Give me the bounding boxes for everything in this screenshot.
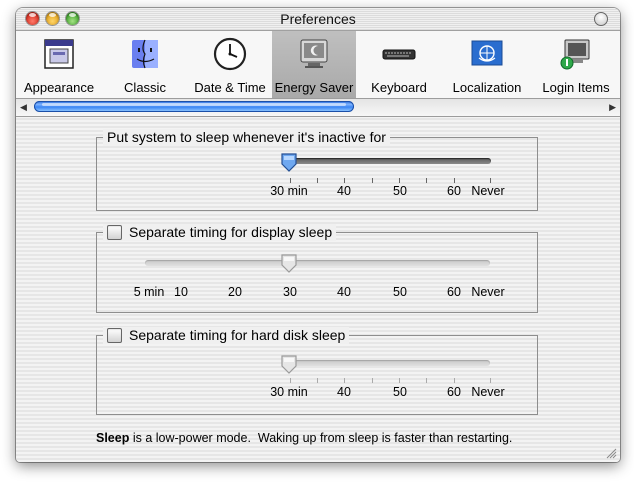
- toolbar-toggle-button[interactable]: [594, 12, 608, 26]
- scroll-right-arrow-icon[interactable]: ▶: [609, 102, 616, 113]
- keyboard-icon: [382, 49, 416, 60]
- disk-sleep-checkbox[interactable]: [107, 328, 122, 343]
- tick-label: 60: [447, 385, 461, 399]
- scroll-left-arrow-icon[interactable]: ◀: [20, 102, 27, 113]
- tick-label: 10: [174, 285, 188, 299]
- slider-tick: [454, 378, 455, 383]
- tick-label: Never: [471, 184, 505, 198]
- slider-tick: [372, 178, 373, 183]
- display-sleep-legend: Separate timing for display sleep: [103, 224, 337, 241]
- slider-tick: [399, 178, 400, 183]
- footer-bold: Sleep: [96, 431, 130, 445]
- slider-tick: [290, 378, 291, 383]
- slider-tick: [399, 378, 400, 383]
- clock-icon: [213, 37, 247, 71]
- tick-label: Never: [471, 285, 505, 299]
- resize-grip-icon[interactable]: [605, 447, 617, 459]
- display-sleep-slider-thumb: [281, 254, 297, 273]
- toolbar-item-energy-saver[interactable]: Energy Saver: [272, 31, 356, 98]
- slider-tick: [490, 178, 491, 183]
- toolbar-label: Energy Saver: [274, 80, 354, 95]
- disk-sleep-legend: Separate timing for hard disk sleep: [103, 327, 350, 344]
- slider-tick: [344, 378, 345, 383]
- slider-tick: [426, 178, 427, 183]
- tick-label: 50: [393, 385, 407, 399]
- tick-label: 20: [228, 285, 242, 299]
- tick-label: 60: [447, 184, 461, 198]
- tick-label: 30: [283, 285, 297, 299]
- footer-text: is a low-power mode. Waking up from slee…: [129, 431, 513, 445]
- toolbar-scrollbar[interactable]: ◀ ▶: [16, 98, 620, 117]
- toolbar-item-date-time[interactable]: Date & Time: [188, 31, 272, 98]
- display-sleep-checkbox[interactable]: [107, 225, 122, 240]
- disk-sleep-group: Separate timing for hard disk sleep 30 m…: [96, 327, 538, 415]
- tick-label: 30 min: [270, 385, 308, 399]
- slider-tick: [454, 178, 455, 183]
- system-sleep-slider[interactable]: [289, 158, 491, 164]
- slider-tick: [317, 178, 318, 183]
- slider-tick: [372, 378, 373, 383]
- title-bar[interactable]: Preferences: [16, 8, 620, 31]
- slider-tick: [490, 378, 491, 383]
- display-sleep-group: Separate timing for display sleep 5 min …: [96, 224, 538, 313]
- toolbar: Appearance Classic Date & Time Energy Sa…: [16, 31, 620, 98]
- tick-label: 5 min: [133, 285, 165, 299]
- slider-tick: [290, 178, 291, 183]
- toolbar-label: Appearance: [23, 80, 95, 95]
- slider-tick: [317, 378, 318, 383]
- window-title: Preferences: [280, 11, 356, 27]
- display-sleep-slider: [145, 260, 490, 266]
- toolbar-item-localization[interactable]: Localization: [442, 31, 532, 98]
- tick-label: 40: [337, 385, 351, 399]
- globe-flag-icon: [471, 40, 503, 66]
- slider-tick: [344, 178, 345, 183]
- tick-label: 30 min: [270, 184, 308, 198]
- tick-label: Never: [471, 385, 505, 399]
- tick-label: 50: [393, 285, 407, 299]
- system-sleep-group: Put system to sleep whenever it's inacti…: [96, 129, 538, 211]
- toolbar-item-login-items[interactable]: Login Items: [532, 31, 620, 98]
- toolbar-label: Login Items: [542, 80, 610, 95]
- display-sleep-label: Separate timing for display sleep: [129, 224, 333, 240]
- disk-sleep-label: Separate timing for hard disk sleep: [129, 327, 346, 343]
- disk-sleep-slider-thumb: [281, 355, 297, 374]
- toolbar-label: Keyboard: [371, 80, 427, 95]
- scrollbar-thumb[interactable]: [34, 101, 354, 112]
- toolbar-item-classic[interactable]: Classic: [102, 31, 188, 98]
- toolbar-label: Classic: [124, 80, 166, 95]
- login-items-icon: [560, 39, 590, 70]
- toolbar-label: Localization: [452, 80, 522, 95]
- classic-finder-icon: [132, 39, 158, 69]
- footer-note: Sleep is a low-power mode. Waking up fro…: [96, 431, 512, 445]
- system-sleep-slider-thumb[interactable]: [280, 152, 298, 172]
- toolbar-label: Date & Time: [194, 80, 266, 95]
- tick-label: 40: [337, 184, 351, 198]
- slider-tick: [426, 378, 427, 383]
- system-sleep-label-text: Put system to sleep whenever it's inacti…: [107, 129, 386, 145]
- tick-label: 40: [337, 285, 351, 299]
- toolbar-item-keyboard[interactable]: Keyboard: [356, 31, 442, 98]
- disk-sleep-slider: [289, 360, 490, 366]
- system-sleep-label: Put system to sleep whenever it's inacti…: [103, 129, 390, 146]
- toolbar-item-appearance[interactable]: Appearance: [16, 31, 102, 98]
- tick-label: 50: [393, 184, 407, 198]
- tick-label: 60: [447, 285, 461, 299]
- preferences-window: Preferences Appearance Classic Date & Ti…: [16, 8, 620, 462]
- appearance-icon: [44, 39, 74, 69]
- energy-saver-icon: [300, 39, 328, 68]
